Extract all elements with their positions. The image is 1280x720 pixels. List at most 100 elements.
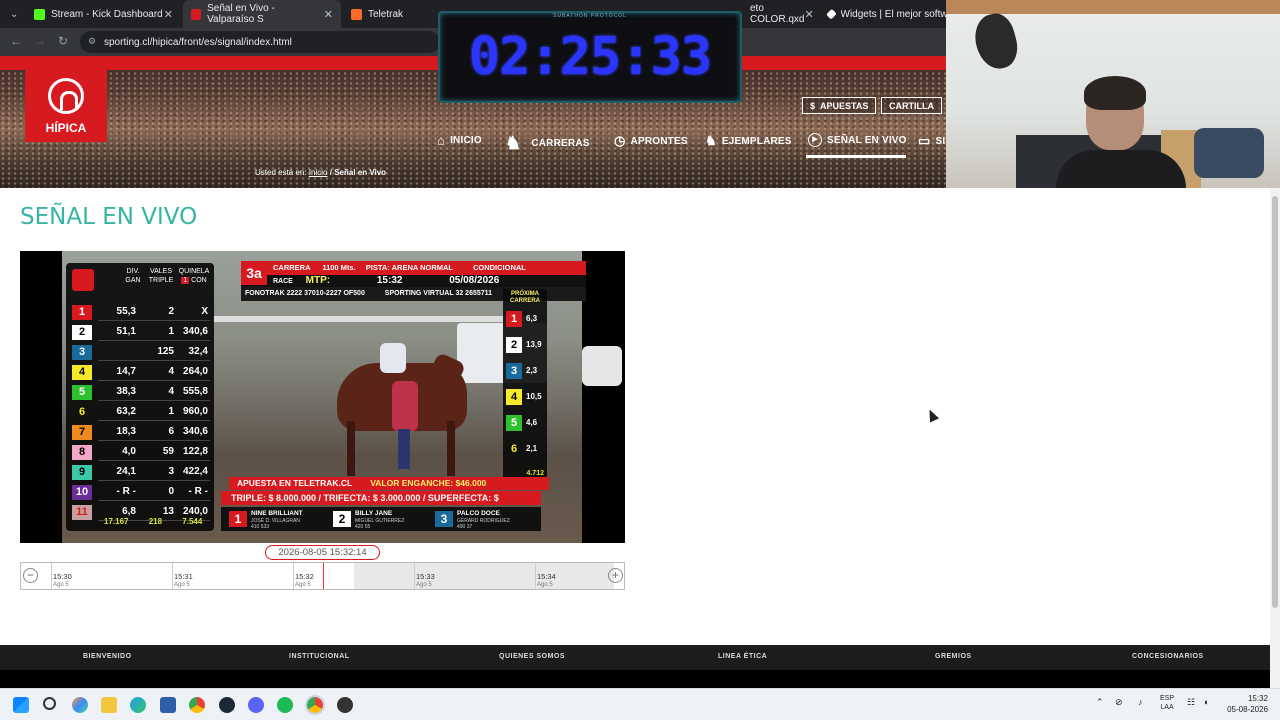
- menu-senal-en-vivo[interactable]: ▶ SEÑAL EN VIVO: [808, 133, 907, 147]
- timeline-playhead[interactable]: [323, 563, 324, 589]
- page-scrollbar[interactable]: [1270, 188, 1280, 688]
- tab-search-button[interactable]: ⌄: [2, 0, 24, 28]
- race-number: 3a: [241, 261, 267, 285]
- runner-number: 7: [72, 425, 92, 440]
- runner-name: NINE BRILLIANT: [251, 510, 303, 517]
- runner-odd: 2,3: [526, 366, 538, 375]
- odds-row: 3 125 32,4: [70, 343, 210, 361]
- runner-number: 4: [72, 365, 92, 380]
- footer-concesionarios[interactable]: CONCESIONARIOS: [1132, 653, 1204, 660]
- runner-odd: 6,3: [526, 314, 538, 323]
- tab-label: eto COLOR.qxd: [750, 3, 805, 25]
- menu-ejemplares[interactable]: ♞ EJEMPLARES: [705, 133, 792, 149]
- discord-icon[interactable]: [248, 697, 264, 713]
- runner-1: 1 NINE BRILLIANT JOSE D. VILLAGRAN 410 5…: [229, 509, 329, 530]
- tab-widgets[interactable]: Widgets | El mejor software p: [820, 0, 946, 28]
- volume-icon[interactable]: ◖: [1203, 698, 1208, 707]
- live-video-player[interactable]: DIV. GAN VALES TRIPLE QUINELA 1 CON 1 55,3 2 X…: [20, 251, 625, 543]
- next-race-total: 4.712: [526, 470, 544, 477]
- apuestas-button[interactable]: $ APUESTAS: [802, 97, 877, 114]
- runner-number: 5: [72, 385, 92, 400]
- runner-number: 6: [72, 405, 92, 420]
- odds-gan: 18,3: [116, 426, 136, 437]
- file-explorer-icon[interactable]: [101, 697, 117, 713]
- network-icon[interactable]: ⊘: [1115, 698, 1123, 707]
- horse-head-icon: ♞: [705, 133, 717, 148]
- zoom-in-button[interactable]: +: [608, 568, 623, 583]
- menu-label: CARRERAS: [531, 138, 590, 149]
- footer-gremios[interactable]: GREMIOS: [935, 653, 972, 660]
- odds-gan: 14,7: [116, 366, 136, 377]
- window-icon: ▭: [918, 133, 931, 148]
- dollar-icon: $: [810, 100, 816, 111]
- tab-color-qxd[interactable]: eto COLOR.qxd ✕: [742, 0, 818, 28]
- runner-number: 4: [506, 389, 522, 405]
- runner-name: PALCO DOCE: [457, 510, 500, 517]
- windows-taskbar: ⌃ ⊘ ♪ ESP LAA ☷ ◖ 15:32 05-08-2026: [0, 688, 1280, 720]
- obs-icon[interactable]: [337, 697, 353, 713]
- menu-label: EJEMPLARES: [721, 135, 792, 147]
- chrome-active-icon[interactable]: [305, 695, 325, 715]
- odds-quinela: 340,6: [182, 426, 208, 437]
- menu-label: APRONTES: [630, 135, 688, 147]
- close-icon[interactable]: ✕: [804, 8, 813, 21]
- menu-label: SI: [935, 135, 946, 147]
- reload-icon[interactable]: ↻: [58, 34, 68, 48]
- close-icon[interactable]: ✕: [164, 8, 173, 21]
- cartilla-button[interactable]: CARTILLA: [881, 97, 942, 114]
- spotify-icon[interactable]: [277, 697, 293, 713]
- site-logo[interactable]: HÍPICA: [25, 68, 107, 142]
- store-icon[interactable]: [160, 697, 176, 713]
- mic-icon[interactable]: ♪: [1138, 698, 1143, 707]
- odds-triple: 1: [168, 406, 174, 417]
- menu-aprontes[interactable]: ◷ APRONTES: [614, 133, 688, 149]
- steam-icon[interactable]: [219, 697, 235, 713]
- forward-icon[interactable]: →: [34, 34, 46, 48]
- wifi-icon[interactable]: ☷: [1187, 698, 1195, 707]
- runner-number: 3: [72, 345, 92, 360]
- scrollbar-thumb[interactable]: [1272, 196, 1278, 608]
- logo-label: HÍPICA: [45, 121, 87, 135]
- edge-icon[interactable]: [130, 697, 146, 713]
- runner-odd: 2,1: [526, 444, 538, 453]
- footer-bienvenido[interactable]: BIENVENIDO: [83, 653, 132, 660]
- menu-inicio[interactable]: ⌂ INICIO: [437, 133, 482, 148]
- runner-number: 2: [72, 325, 92, 340]
- runner-number: 1: [72, 305, 92, 320]
- start-icon[interactable]: [13, 697, 29, 713]
- site-info-icon[interactable]: ⚙: [88, 36, 96, 47]
- odds-triple: 13: [162, 506, 174, 517]
- footer-institucional[interactable]: INSTITUCIONAL: [289, 653, 350, 660]
- footer-linea-etica[interactable]: LINEA ÉTICA: [718, 653, 767, 660]
- menu-si[interactable]: ▭ SI: [918, 133, 945, 149]
- video-timeline[interactable]: 15:30 Ago 5 15:31 Ago 5 15:32 Ago 5 15:33 Ag…: [20, 562, 625, 590]
- tab-teletrak[interactable]: Teletrak: [343, 0, 438, 28]
- tab-kick-dashboard[interactable]: Stream - Kick Dashboard ✕: [26, 0, 181, 28]
- url-bar[interactable]: ⚙ sporting.cl/hipica/front/es/signal/ind…: [80, 31, 440, 53]
- language-indicator[interactable]: ESP LAA: [1160, 694, 1174, 712]
- menu-carreras[interactable]: ♞ CARRERAS: [505, 133, 590, 154]
- kick-icon: [34, 8, 45, 20]
- odds-triple: 59: [162, 446, 174, 457]
- cartilla-label: CARTILLA: [889, 100, 934, 111]
- webcam-feed: [946, 0, 1280, 188]
- back-icon[interactable]: ←: [10, 34, 22, 48]
- odds-gan: 38,3: [116, 386, 136, 397]
- runner-odd: 13,9: [526, 340, 542, 349]
- zoom-out-button[interactable]: −: [23, 568, 38, 583]
- teletrak-icon: [351, 8, 362, 20]
- tab-senal-en-vivo[interactable]: Señal en Vivo - Valparaíso S ✕: [183, 0, 341, 28]
- chrome-icon[interactable]: [189, 697, 205, 713]
- odds-gan: 24,1: [116, 466, 136, 477]
- sporting-logo-icon: [72, 269, 94, 291]
- breadcrumb-home-link[interactable]: Inicio: [309, 168, 328, 177]
- copilot-icon[interactable]: [72, 697, 88, 713]
- chevron-up-icon[interactable]: ⌃: [1096, 698, 1104, 707]
- odds-gan: - R -: [116, 486, 136, 497]
- clock[interactable]: 15:32 05-08-2026: [1227, 693, 1268, 715]
- search-icon[interactable]: [43, 697, 56, 710]
- mouse-cursor: [924, 407, 940, 423]
- footer-quienes-somos[interactable]: QUIENES SOMOS: [499, 653, 565, 660]
- footer-bottom-bar: [0, 670, 1280, 688]
- close-icon[interactable]: ✕: [324, 8, 333, 21]
